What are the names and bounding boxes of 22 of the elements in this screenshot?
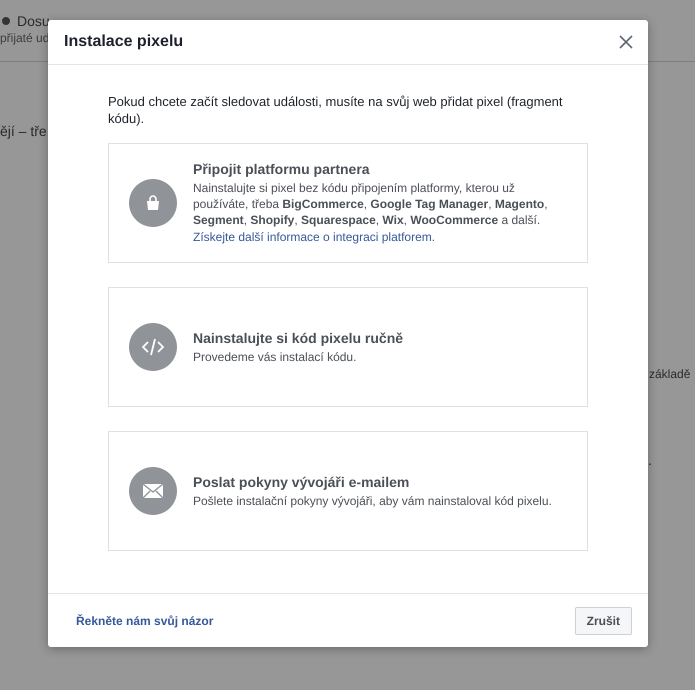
side-mark: .	[648, 452, 652, 468]
envelope-icon	[142, 483, 164, 499]
option-card[interactable]	[108, 143, 588, 263]
option-title: Nainstalujte si kód pixelu ručně	[193, 330, 404, 346]
status-dot	[2, 17, 10, 25]
option-description: Provedeme vás instalací kódu.	[193, 348, 358, 364]
body-text: ějí – tře	[0, 123, 47, 139]
dialog-title: Instalace pixelu	[64, 33, 184, 51]
option-card[interactable]: Poslat pokyny vývojáři e-mailem Pošlete instalační pokyny vývojáři, aby vám nainstaloval kód pixelu.	[108, 431, 588, 551]
option-title: Poslat pokyny vývojáři e-mailem	[193, 474, 410, 490]
option-description: Nainstalujte si pixel bez kódu připojením platformy, kterou už používáte, třeba BigCommerce, Google Tag Manager, Magento, Segment, Shopify, Squarespace, Wix, WooCommerce a další.	[193, 180, 549, 228]
intro-text: Pokud chcete začít sledovat události, musíte na svůj web přidat pixel (fragment kódu).	[108, 93, 564, 127]
code-icon	[142, 338, 164, 356]
feedback-link[interactable]: Řekněte nám svůj názor	[76, 614, 214, 628]
shopping-bag-icon	[144, 194, 162, 212]
cancel-button[interactable]: Zrušit	[574, 606, 632, 634]
option-description: Pošlete instalační pokyny vývojáři, aby vám nainstaloval kód pixelu.	[193, 492, 552, 508]
status-text: Dosu	[17, 13, 50, 29]
side-text: základě	[649, 367, 690, 381]
option-card[interactable]: Nainstalujte si kód pixelu ručně Provedeme vás instalací kódu.	[108, 287, 588, 407]
info-link[interactable]: Získejte další informace o integraci platforem.	[193, 230, 436, 244]
option-title: Připojit platformu partnera	[193, 160, 371, 176]
